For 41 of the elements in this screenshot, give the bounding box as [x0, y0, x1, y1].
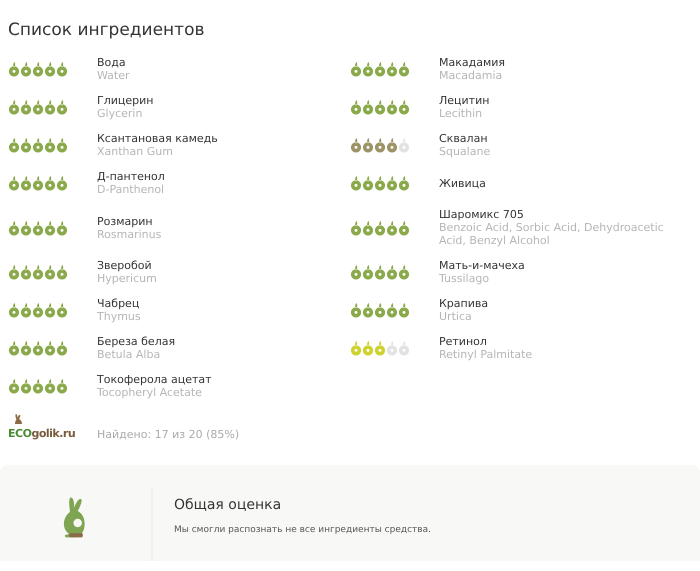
ingredient-name: Мать-и-мачеха: [439, 259, 525, 272]
logo: ECOgolik.ru: [8, 413, 97, 441]
inci-name: Hypericum: [97, 272, 157, 285]
ingredient-name: Глицерин: [97, 94, 154, 107]
inci-name: Rosmarinus: [97, 228, 162, 240]
found-count: Найдено: 17 из 20 (85%): [97, 428, 240, 441]
inci-name: Tocopheryl Acetate: [97, 386, 203, 399]
ingredient-name: Д-пантенол: [97, 170, 165, 183]
ingredient-name: Ксантановая камедь: [97, 132, 218, 145]
ingredient-name: Токоферола ацетат: [97, 373, 212, 386]
inci-name: Xanthan Gum: [97, 145, 174, 158]
inci-name: Retinyl Palmitate: [439, 348, 532, 361]
inci-name: Tussilago: [439, 272, 490, 285]
ingredient-name: Сквалан: [439, 132, 489, 145]
olive-icon: [386, 340, 398, 356]
ingredient-name: Крапива: [439, 297, 488, 310]
inci-name: Squalane: [439, 145, 490, 158]
summary-title: Общая оценка: [174, 497, 282, 513]
ingredient-name: Макадамия: [439, 56, 506, 69]
ingredient-name: Шаромикс 705: [439, 208, 525, 221]
olive-icon: [398, 137, 410, 153]
olive-icon: [398, 340, 410, 356]
inci-name: Betula Alba: [97, 348, 162, 361]
ingredient-name: Розмарин: [97, 214, 154, 228]
ingredient-name: Чабрец: [97, 297, 140, 310]
summary-text: Мы смогли распознать не все ингредиенты средства.: [174, 525, 431, 535]
ingredient-name: Живица: [439, 176, 486, 190]
ingredient-name: Ретинол: [439, 335, 488, 348]
inci-name: Urtica: [439, 310, 473, 323]
section-title: Список ингредиентов: [8, 19, 206, 40]
ingredient-name: Зверобой: [97, 259, 153, 272]
inci-name: Benzoic Acid, Sorbic Acid, Dehydroacetic Acid, Benzyl Alcohol: [439, 221, 665, 247]
inci-name: Macadamia: [439, 69, 504, 82]
inci-name: Glycerin: [97, 107, 144, 120]
ingredient-name: Вода: [97, 56, 127, 69]
inci-name: D-Panthenol: [97, 183, 165, 196]
inci-name: Thymus: [97, 310, 141, 323]
inci-name: Lecithin: [439, 107, 484, 120]
inci-name: Water: [97, 69, 130, 82]
ingredient-name: Лецитин: [439, 94, 490, 107]
ingredient-name: Береза белая: [97, 335, 176, 348]
